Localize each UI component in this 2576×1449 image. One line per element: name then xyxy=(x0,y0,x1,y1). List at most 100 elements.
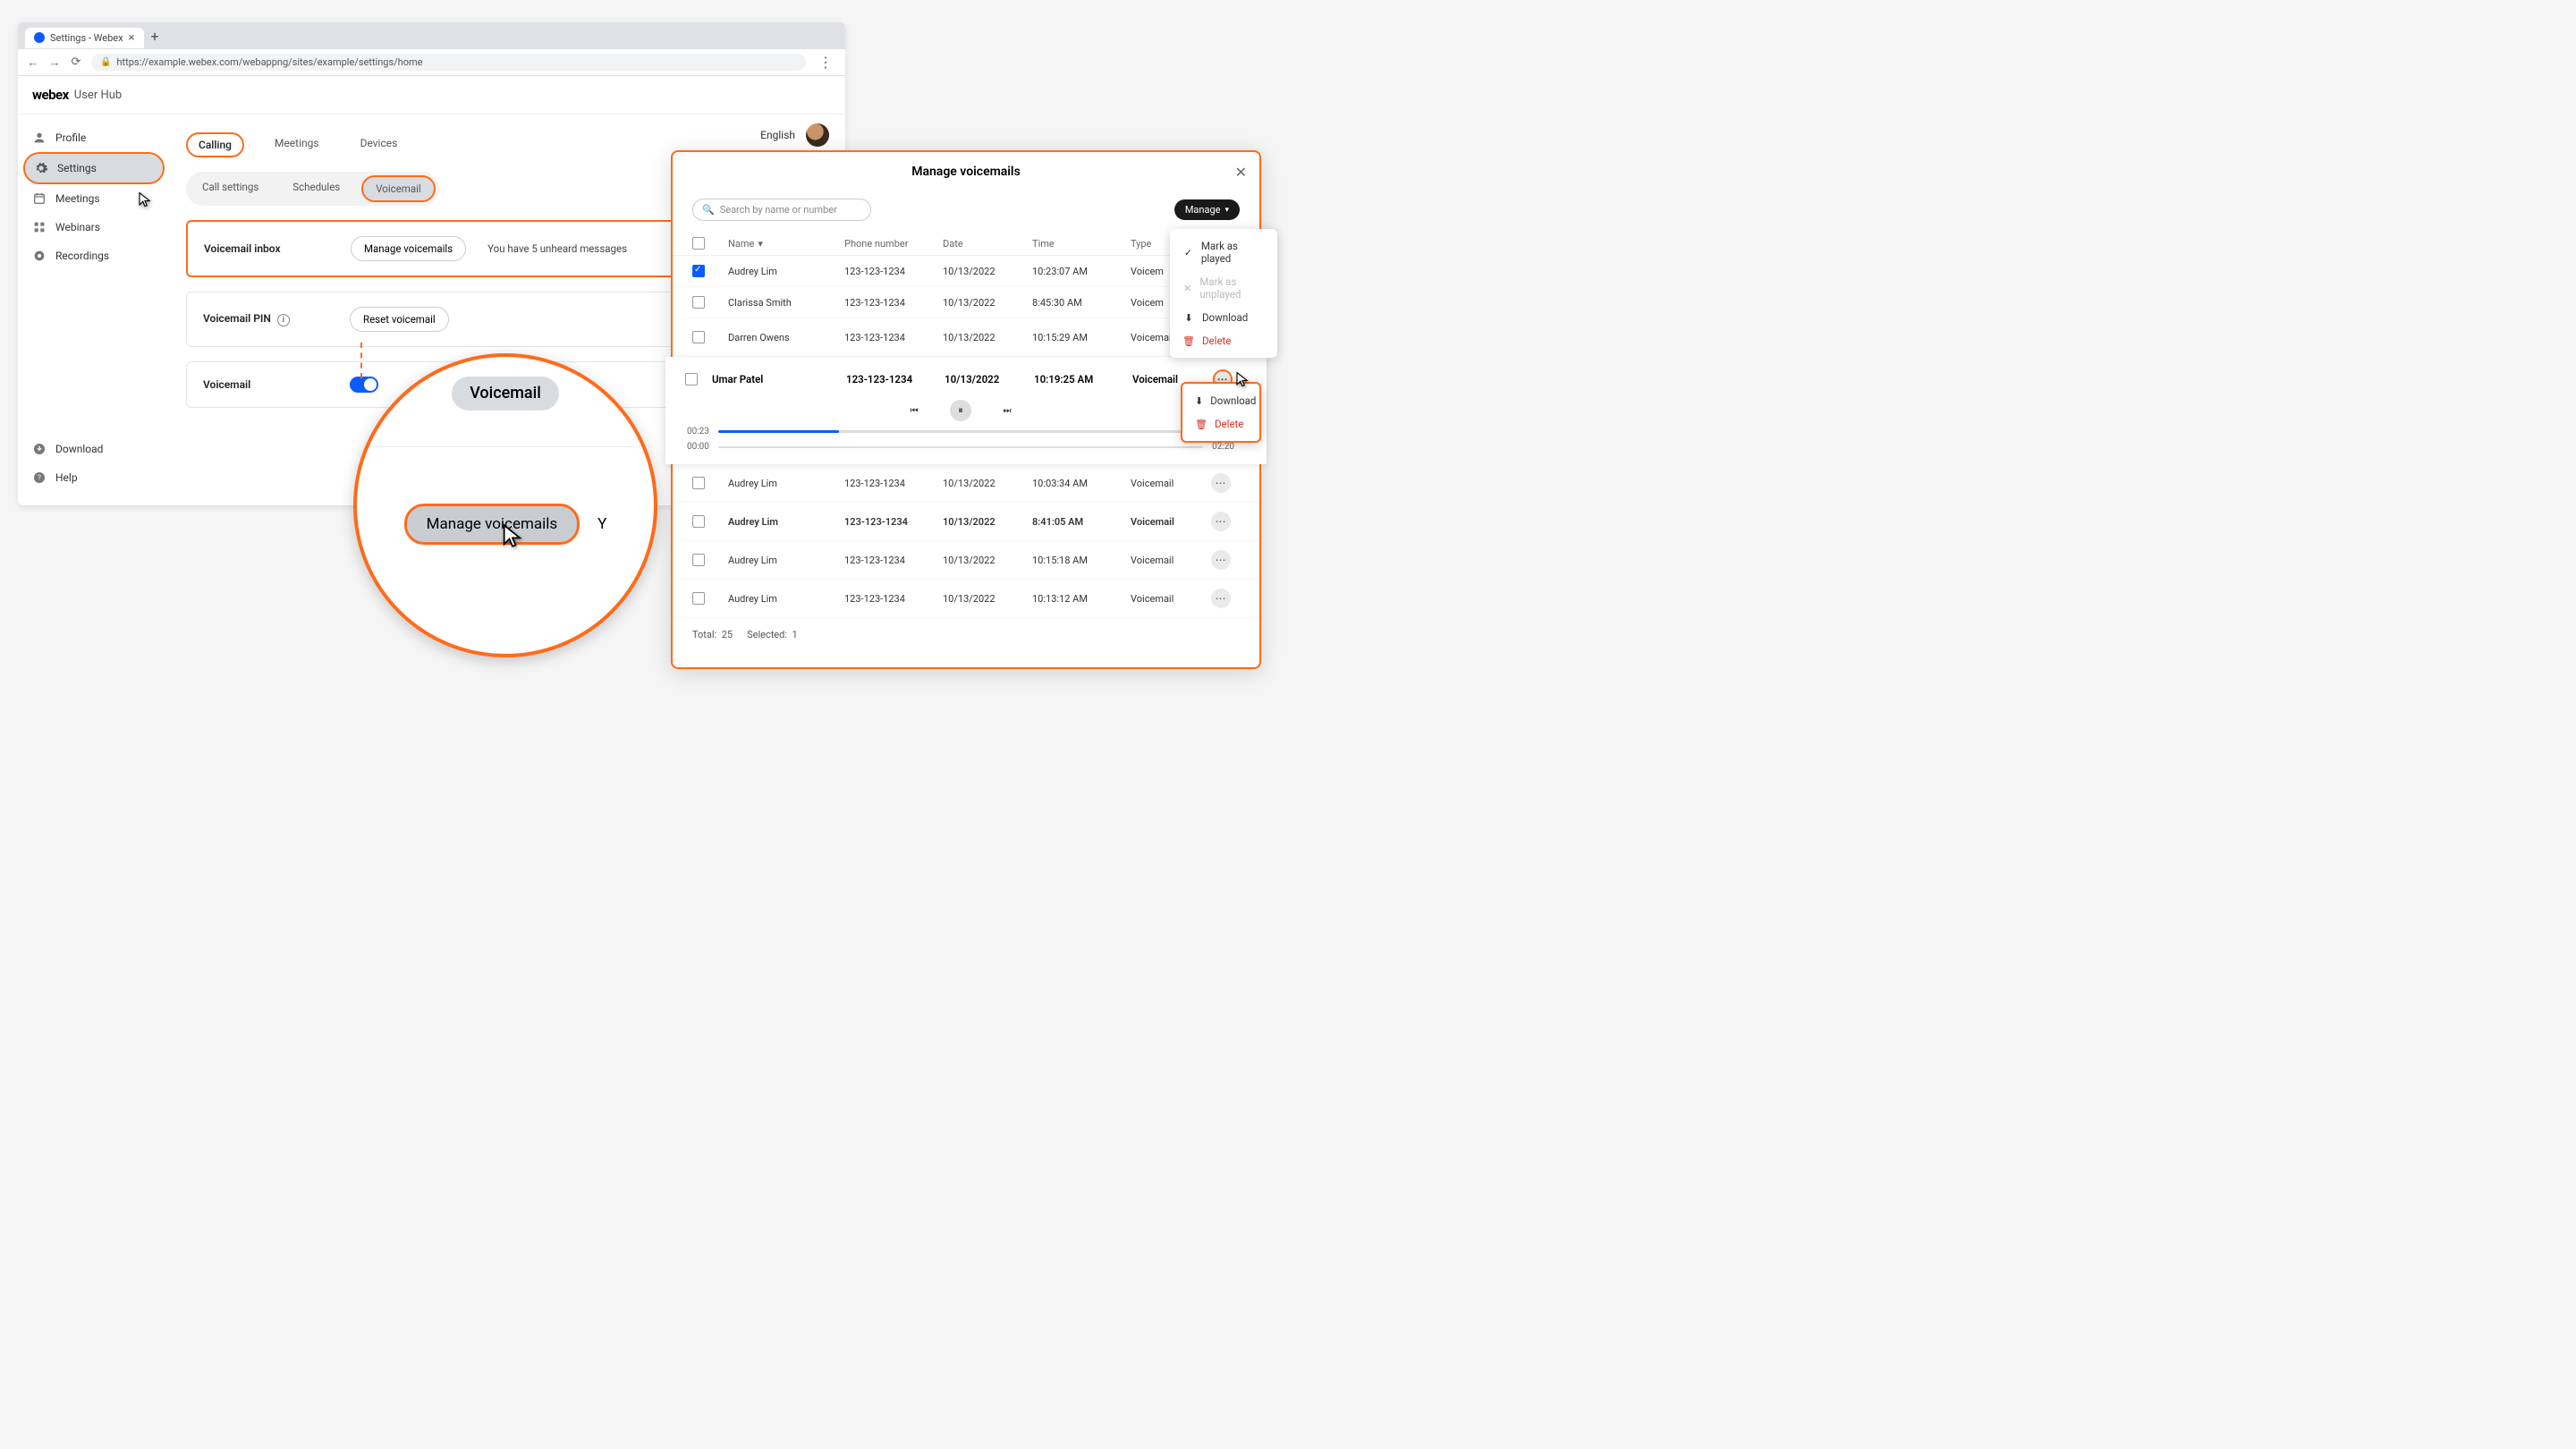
modal-title: Manage voicemails xyxy=(911,165,1021,179)
row-dropdown-menu: ⬇Download 🗑Delete xyxy=(1181,382,1261,443)
sort-icon: ▾ xyxy=(758,238,763,250)
forward-button[interactable]: → xyxy=(48,56,61,69)
modal-footer: Total: 25 Selected: 1 xyxy=(673,618,1259,651)
tab-devices[interactable]: Devices xyxy=(350,132,409,157)
player-controls: ⏮ ⏸ ⏭ xyxy=(674,400,1247,421)
gear-icon xyxy=(34,161,48,175)
next-button[interactable]: ⏭ xyxy=(996,400,1018,421)
table-row[interactable]: Audrey Lim 123-123-1234 10/13/2022 8:41:… xyxy=(673,503,1259,541)
callout-dash-line xyxy=(360,343,362,378)
manage-voicemails-button[interactable]: Manage voicemails xyxy=(351,236,466,261)
player-progress: 00:23 02:20 xyxy=(674,427,1247,442)
row-checkbox[interactable] xyxy=(692,296,705,309)
trash-icon: 🗑 xyxy=(1195,419,1208,430)
col-time[interactable]: Time xyxy=(1032,237,1131,250)
row-checkbox[interactable] xyxy=(685,373,698,386)
x-icon: ✕ xyxy=(1182,283,1192,294)
pause-button[interactable]: ⏸ xyxy=(950,400,971,421)
voicemail-player: Umar Patel 123-123-1234 10/13/2022 10:19… xyxy=(665,357,1267,464)
row-checkbox[interactable] xyxy=(692,515,705,528)
dd-download[interactable]: ⬇Download xyxy=(1170,306,1277,329)
favicon xyxy=(34,32,45,43)
col-date[interactable]: Date xyxy=(943,237,1032,250)
dd-delete[interactable]: 🗑Delete xyxy=(1170,329,1277,352)
row-menu-button[interactable]: ⋯ xyxy=(1211,512,1231,531)
calendar-icon xyxy=(32,191,47,206)
zoom-lens: Voicemail Manage voicemails Y xyxy=(353,353,657,657)
sidebar-item-profile[interactable]: Profile xyxy=(23,123,165,152)
url-text: https://example.webex.com/webappng/sites… xyxy=(116,56,422,68)
sidebar-item-settings[interactable]: Settings xyxy=(23,152,165,184)
dd-download[interactable]: ⬇Download xyxy=(1182,389,1259,412)
info-icon[interactable]: i xyxy=(277,314,290,326)
reload-button[interactable]: ⟳ xyxy=(70,56,82,69)
tab-title: Settings - Webex xyxy=(50,32,123,44)
search-placeholder: Search by name or number xyxy=(720,204,837,216)
row-menu-button[interactable]: ⋯ xyxy=(1211,550,1231,570)
lens-trailing: Y xyxy=(597,515,606,533)
table-row[interactable]: Audrey Lim 123-123-1234 10/13/2022 10:15… xyxy=(673,541,1259,580)
close-tab-icon[interactable]: × xyxy=(129,31,135,45)
close-icon[interactable]: ✕ xyxy=(1235,164,1247,181)
manage-dropdown-menu: ✓Mark as played ✕Mark as unplayed ⬇Downl… xyxy=(1170,229,1277,358)
header-right: English xyxy=(760,123,829,147)
browser-tab[interactable]: Settings - Webex × xyxy=(25,28,144,48)
browser-menu-icon[interactable]: ⋮ xyxy=(815,54,836,71)
tab-calling[interactable]: Calling xyxy=(186,132,244,157)
sidebar-item-help[interactable]: ? Help xyxy=(23,463,165,492)
sidebar-item-webinars[interactable]: Webinars xyxy=(23,213,165,242)
browser-tab-strip: Settings - Webex × + xyxy=(18,22,845,49)
svg-text:?: ? xyxy=(38,474,41,482)
subtab-call-settings[interactable]: Call settings xyxy=(190,175,271,202)
row-checkbox[interactable] xyxy=(692,331,705,343)
language-selector[interactable]: English xyxy=(760,129,795,141)
check-icon: ✓ xyxy=(1182,247,1194,258)
search-input[interactable]: 🔍 Search by name or number xyxy=(692,199,871,221)
subtab-voicemail[interactable]: Voicemail xyxy=(361,175,435,202)
sidebar-item-recordings[interactable]: Recordings xyxy=(23,242,165,270)
dd-delete[interactable]: 🗑Delete xyxy=(1182,412,1259,436)
app-header: webex User Hub xyxy=(18,76,845,114)
dd-mark-unplayed[interactable]: ✕Mark as unplayed xyxy=(1170,270,1277,306)
cursor-icon xyxy=(137,189,151,208)
player-progress-2: 00:00 02:20 xyxy=(674,442,1247,457)
reset-voicemail-button[interactable]: Reset voicemail xyxy=(350,307,449,332)
col-phone[interactable]: Phone number xyxy=(844,237,943,250)
prev-button[interactable]: ⏮ xyxy=(903,400,925,421)
dd-mark-played[interactable]: ✓Mark as played xyxy=(1170,234,1277,270)
col-name[interactable]: Name ▾ xyxy=(728,237,844,250)
row-checkbox[interactable] xyxy=(692,265,705,277)
row-checkbox[interactable] xyxy=(692,477,705,489)
grid-icon xyxy=(32,220,47,234)
back-button[interactable]: ← xyxy=(27,56,39,69)
select-all-checkbox[interactable] xyxy=(692,237,705,250)
url-input[interactable]: 🔒 https://example.webex.com/webappng/sit… xyxy=(91,54,806,71)
row-menu-button[interactable]: ⋯ xyxy=(1211,473,1231,493)
progress-bar[interactable] xyxy=(718,446,1203,448)
sidebar-item-label: Recordings xyxy=(55,250,109,262)
progress-bar[interactable] xyxy=(718,430,1203,433)
sidebar-item-label: Settings xyxy=(57,162,97,174)
download-icon: ⬇ xyxy=(1195,395,1203,407)
user-avatar[interactable] xyxy=(806,123,829,147)
brand-sub: User Hub xyxy=(74,89,122,102)
trash-icon: 🗑 xyxy=(1182,335,1195,347)
row-menu-button[interactable]: ⋯ xyxy=(1211,589,1231,608)
manage-voicemails-modal: Manage voicemails ✕ 🔍 Search by name or … xyxy=(671,150,1261,669)
tab-meetings[interactable]: Meetings xyxy=(264,132,330,157)
table-row[interactable]: Audrey Lim 123-123-1234 10/13/2022 10:03… xyxy=(673,464,1259,503)
sidebar-item-label: Download xyxy=(55,443,103,455)
record-icon xyxy=(32,249,47,263)
subtab-schedules[interactable]: Schedules xyxy=(280,175,352,202)
table-row[interactable]: Audrey Lim 123-123-1234 10/13/2022 10:13… xyxy=(673,580,1259,618)
card-label: Voicemail PIN i xyxy=(203,312,328,326)
manage-dropdown-button[interactable]: Manage ▾ xyxy=(1174,199,1240,220)
row-checkbox[interactable] xyxy=(692,592,705,605)
lens-manage-button[interactable]: Manage voicemails xyxy=(404,504,580,545)
sidebar-item-label: Webinars xyxy=(55,221,100,233)
new-tab-button[interactable]: + xyxy=(144,24,166,48)
sidebar-item-download[interactable]: Download xyxy=(23,435,165,463)
row-checkbox[interactable] xyxy=(692,554,705,566)
card-label: Voicemail xyxy=(203,378,328,391)
voicemail-toggle[interactable] xyxy=(350,377,378,393)
